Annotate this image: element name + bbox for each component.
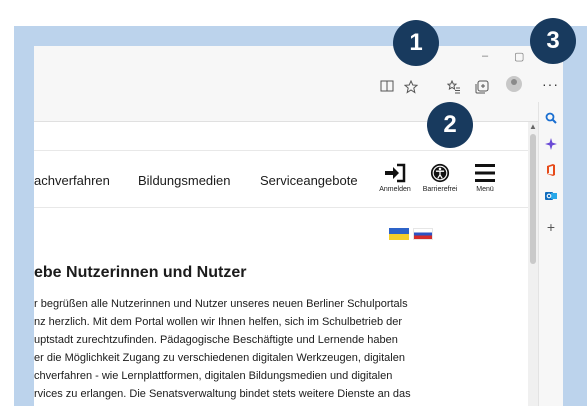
- menu-icon: [475, 164, 495, 182]
- article-line: chverfahren - wie Lernplattformen, digit…: [34, 370, 393, 382]
- site-navigation: achverfahren Bildungsmedien Serviceangeb…: [34, 150, 528, 208]
- web-content: achverfahren Bildungsmedien Serviceangeb…: [34, 122, 528, 406]
- profile-icon[interactable]: [506, 76, 522, 92]
- nav-link-serviceangebote[interactable]: Serviceangebote: [260, 173, 358, 188]
- favorites-icon[interactable]: [446, 79, 462, 96]
- login-label: Anmelden: [379, 186, 411, 193]
- outlook-icon[interactable]: [544, 190, 558, 204]
- article-line: er die Möglichkeit Zugang zu verschieden…: [34, 352, 405, 364]
- nav-link-bildungsmedien[interactable]: Bildungsmedien: [138, 173, 231, 188]
- collections-icon[interactable]: [474, 80, 490, 96]
- login-button[interactable]: Anmelden: [373, 163, 417, 193]
- edge-sidebar: +: [538, 102, 563, 406]
- ukraine-flag[interactable]: [389, 228, 409, 240]
- language-flags: [389, 228, 437, 246]
- nav-link-verfahren[interactable]: achverfahren: [34, 173, 110, 188]
- scroll-thumb[interactable]: [530, 134, 536, 264]
- reader-view-icon[interactable]: [379, 80, 395, 96]
- article-line: r begrüßen alle Nutzerinnen und Nutzer u…: [34, 298, 408, 310]
- copilot-icon[interactable]: [544, 138, 558, 152]
- more-icon[interactable]: ···: [542, 76, 559, 92]
- search-icon[interactable]: [544, 112, 558, 126]
- scroll-up-icon[interactable]: ▲: [529, 122, 537, 131]
- add-favorite-icon[interactable]: [403, 79, 419, 96]
- office-icon[interactable]: [544, 164, 558, 178]
- callout-badge-1: 1: [393, 20, 439, 66]
- page-scrollbar[interactable]: ▲: [528, 122, 538, 406]
- address-bar[interactable]: [34, 72, 563, 102]
- minimize-button[interactable]: –: [482, 50, 488, 62]
- browser-window: – ▢ ··· achverfahren Bildungsmedien Serv…: [34, 46, 563, 406]
- login-icon: [385, 163, 406, 183]
- menu-label: Menü: [476, 186, 494, 193]
- menu-button[interactable]: Menü: [468, 163, 502, 193]
- maximize-button[interactable]: ▢: [514, 50, 524, 63]
- accessibility-button[interactable]: Barrierefrei: [418, 163, 462, 193]
- callout-badge-2: 2: [427, 102, 473, 148]
- article-line: rvices zu erlangen. Die Senatsverwaltung…: [34, 388, 411, 400]
- add-icon[interactable]: +: [544, 220, 558, 234]
- article-line: uptstadt zurechtzufinden. Pädagogische B…: [34, 334, 398, 346]
- favorites-bar: [34, 102, 563, 122]
- title-bar: – ▢: [34, 46, 563, 72]
- article-line: nz herzlich. Mit dem Portal wollen wir I…: [34, 316, 403, 328]
- page-heading: ebe Nutzerinnen und Nutzer: [34, 264, 247, 281]
- accessibility-icon: [430, 163, 450, 183]
- callout-badge-3: 3: [530, 18, 576, 64]
- accessibility-label: Barrierefrei: [422, 186, 458, 193]
- russia-flag[interactable]: [413, 228, 433, 240]
